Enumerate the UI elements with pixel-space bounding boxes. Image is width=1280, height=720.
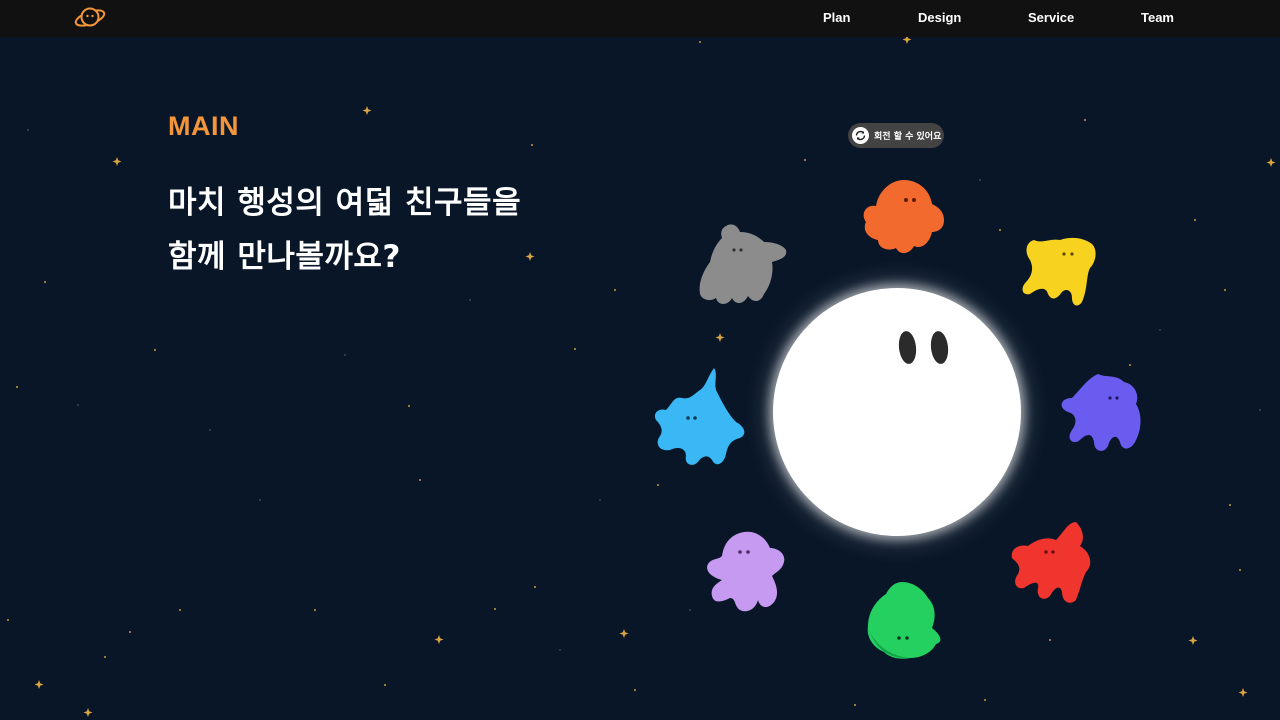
star [112, 157, 122, 166]
star [83, 708, 93, 717]
nav-link-plan[interactable]: Plan [823, 10, 850, 25]
rotate-arrows-icon [852, 127, 869, 144]
star [34, 680, 44, 689]
gray-friend-creature[interactable] [698, 220, 790, 308]
star [619, 629, 629, 638]
hero-headline-line-2: 함께 만나볼까요? [168, 239, 401, 275]
star [434, 635, 444, 644]
star-field [7, 35, 1276, 717]
lavender-friend-creature[interactable] [700, 528, 788, 616]
rotate-hint-text: 회전 할 수 있어요 [874, 132, 942, 142]
rotate-hint-chip[interactable]: 회전 할 수 있어요 [848, 123, 944, 148]
orange-friend-creature[interactable] [860, 176, 948, 258]
nav-link-design[interactable]: Design [918, 10, 961, 25]
star [1188, 636, 1198, 645]
star [362, 106, 372, 115]
star [715, 333, 725, 342]
main-planet[interactable] [773, 288, 1021, 536]
star [525, 252, 535, 261]
nav-link-team[interactable]: Team [1141, 10, 1174, 25]
planet-left-eye [897, 330, 918, 365]
nav-link-service[interactable]: Service [1028, 10, 1074, 25]
yellow-friend-creature[interactable] [1020, 232, 1100, 312]
green-friend-creature[interactable] [862, 578, 944, 664]
section-label: MAIN [168, 111, 239, 141]
planet-logo-icon[interactable] [72, 3, 108, 33]
star [1266, 158, 1276, 167]
hero-headline-line-1: 마치 행성의 여덟 친구들을 [168, 185, 522, 221]
top-navigation-bar: Plan Design Service Team [0, 0, 1280, 37]
red-friend-creature[interactable] [1010, 518, 1096, 606]
hero-headline: 마치 행성의 여덟 친구들을 함께 만나볼까요? [168, 176, 521, 284]
violet-friend-creature[interactable] [1058, 368, 1144, 456]
star [1238, 688, 1248, 697]
blue-friend-creature[interactable] [652, 364, 750, 470]
planet-right-eye [929, 330, 950, 365]
